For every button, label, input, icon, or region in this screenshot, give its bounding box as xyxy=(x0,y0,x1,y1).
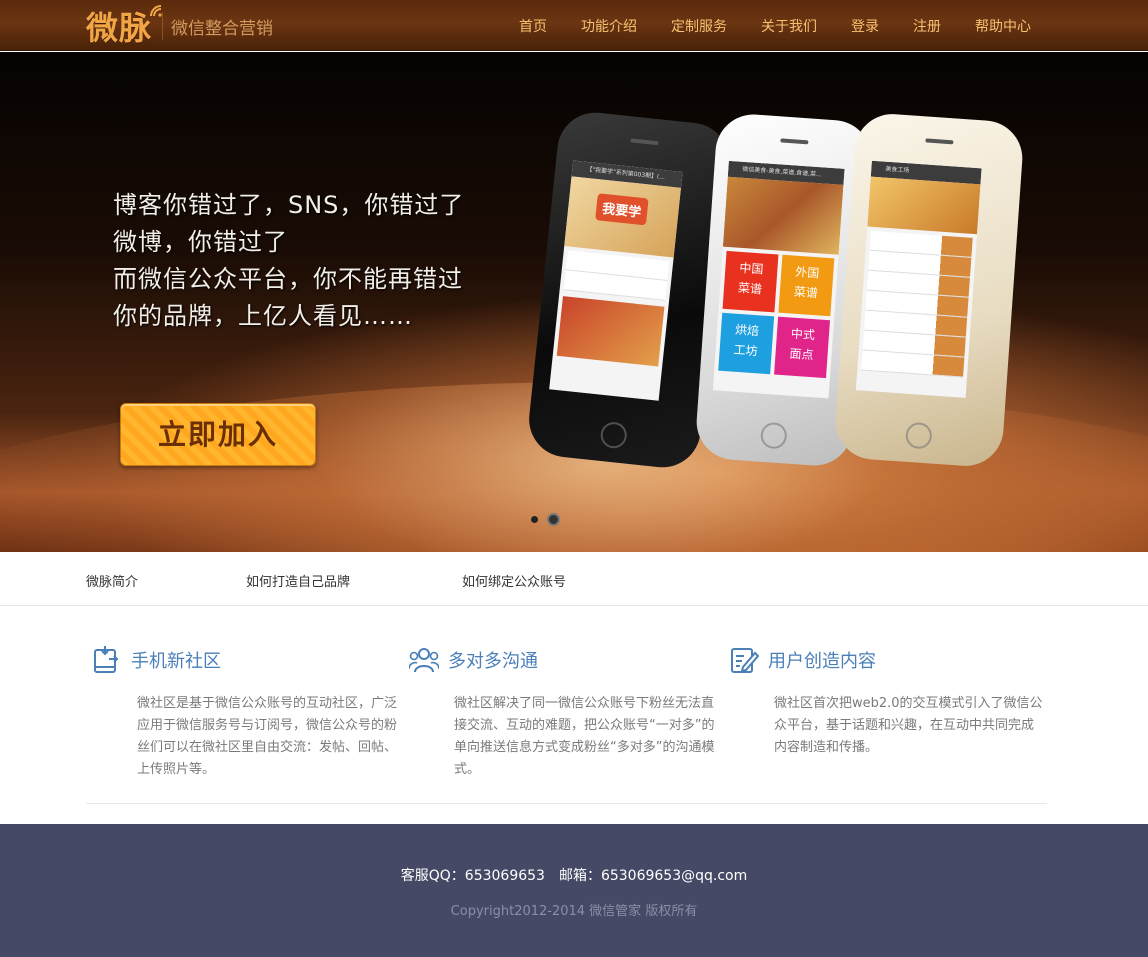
nav-custom-service[interactable]: 定制服务 xyxy=(671,16,727,36)
recipe-tiles: 中国 菜谱 外国 菜谱 烘焙 工坊 中式 面点 xyxy=(714,247,839,383)
speaker xyxy=(925,138,954,145)
food-photo xyxy=(556,296,665,367)
feature-title: 用户创造内容 xyxy=(768,651,876,672)
feature-ugc: 用户创造内容 微社区首次把web2.0的交互模式引入了微信公众平台，基于话题和兴… xyxy=(729,644,1043,759)
carousel-dot-active[interactable] xyxy=(547,513,560,526)
nav-help[interactable]: 帮助中心 xyxy=(975,16,1031,36)
phone-banner-text: 我要学 xyxy=(595,193,649,226)
sub-nav: 微脉简介 如何打造自己品牌 如何绑定公众账号 xyxy=(0,552,1148,606)
join-now-button[interactable]: 立即加入 xyxy=(120,403,316,466)
logo-tagline: 微信整合营销 xyxy=(171,18,274,39)
phone-banner-image: 我要学 xyxy=(564,176,681,258)
feature-many-to-many: 多对多沟通 微社区解决了同一微信公众账号下粉丝无法直接交流、互动的难题，把公众账… xyxy=(409,644,714,781)
phone-banner-image xyxy=(722,176,844,255)
main-nav: 首页 功能介绍 定制服务 关于我们 登录 注册 帮助中心 xyxy=(485,0,1031,51)
subnav-intro[interactable]: 微脉简介 xyxy=(86,571,138,590)
mobile-icon xyxy=(94,646,119,673)
speaker xyxy=(630,138,659,146)
carousel-dots xyxy=(531,513,569,526)
banner-line: 微博，你错过了 xyxy=(113,228,288,256)
feature-mobile-community: 手机新社区 微社区是基于微信公众账号的互动社区，广泛应用于微信服务号与订阅号，微… xyxy=(92,644,397,781)
hero-banner: 博客你错过了，SNS，你错过了 微博，你错过了 而微信公众平台，你不能再错过 你… xyxy=(0,52,1148,552)
footer-contact: 客服QQ：653069653 邮箱：653069653@qq.com xyxy=(400,868,748,884)
banner-line: 你的品牌，上亿人看见…… xyxy=(113,302,413,330)
tile-dim-sum: 中式 面点 xyxy=(774,316,830,379)
banner-line: 而微信公众平台，你不能再错过 xyxy=(113,265,463,293)
nav-features[interactable]: 功能介绍 xyxy=(581,16,637,36)
users-icon xyxy=(409,648,439,673)
feature-title: 多对多沟通 xyxy=(448,651,538,672)
subnav-brand[interactable]: 如何打造自己品牌 xyxy=(246,571,350,590)
phone-screen: 【"我要学"系列第003期】(... 我要学 xyxy=(549,160,683,401)
phone-mockup-gold: 美食工场 xyxy=(833,111,1025,469)
banner-slogan: 博客你错过了，SNS，你错过了 微博，你错过了 而微信公众平台，你不能再错过 你… xyxy=(113,187,464,335)
tile-foreign-recipes: 外国 菜谱 xyxy=(778,254,835,317)
banner-line: 博客你错过了，SNS，你错过了 xyxy=(113,191,465,219)
site-footer: 客服QQ：653069653 邮箱：653069653@qq.com Copyr… xyxy=(0,824,1148,957)
home-button xyxy=(759,421,788,450)
logo[interactable]: 微脉 微信整合营销 xyxy=(86,5,274,47)
section-divider xyxy=(86,803,1047,804)
nav-login[interactable]: 登录 xyxy=(851,16,879,36)
phone-banner-image xyxy=(867,176,981,235)
logo-text: 微脉 xyxy=(86,9,153,47)
feature-description: 微社区解决了同一微信公众账号下粉丝无法直接交流、互动的难题，把公众账号“一对多”… xyxy=(454,696,715,777)
carousel-dot[interactable] xyxy=(531,516,538,523)
edit-icon xyxy=(731,648,759,673)
home-button xyxy=(904,421,933,450)
nav-home[interactable]: 首页 xyxy=(519,16,547,36)
wifi-icon xyxy=(150,5,162,17)
feature-description: 微社区是基于微信公众账号的互动社区，广泛应用于微信服务号与订阅号，微信公众号的粉… xyxy=(137,696,398,777)
nav-register[interactable]: 注册 xyxy=(913,16,941,36)
phone-screen: 微信美食-美食,菜谱,食谱,菜... 中国 菜谱 外国 菜谱 烘焙 工坊 中式 面点 xyxy=(712,160,845,399)
phone-screen: 美食工场 xyxy=(855,160,982,398)
top-header: 微脉 微信整合营销 首页 功能介绍 定制服务 关于我们 登录 注册 帮助中心 xyxy=(0,0,1148,51)
footer-copyright: Copyright2012-2014 微信管家 版权所有 xyxy=(450,904,698,919)
feature-description: 微社区首次把web2.0的交互模式引入了微信公众平台，基于话题和兴趣，在互动中共… xyxy=(774,696,1043,755)
home-button xyxy=(599,420,629,450)
feature-title: 手机新社区 xyxy=(131,651,221,672)
subnav-bind-account[interactable]: 如何绑定公众账号 xyxy=(462,571,566,590)
nav-about[interactable]: 关于我们 xyxy=(761,16,817,36)
speaker xyxy=(780,138,809,145)
tile-baking: 烘焙 工坊 xyxy=(718,312,775,375)
tile-chinese-recipes: 中国 菜谱 xyxy=(722,250,779,313)
